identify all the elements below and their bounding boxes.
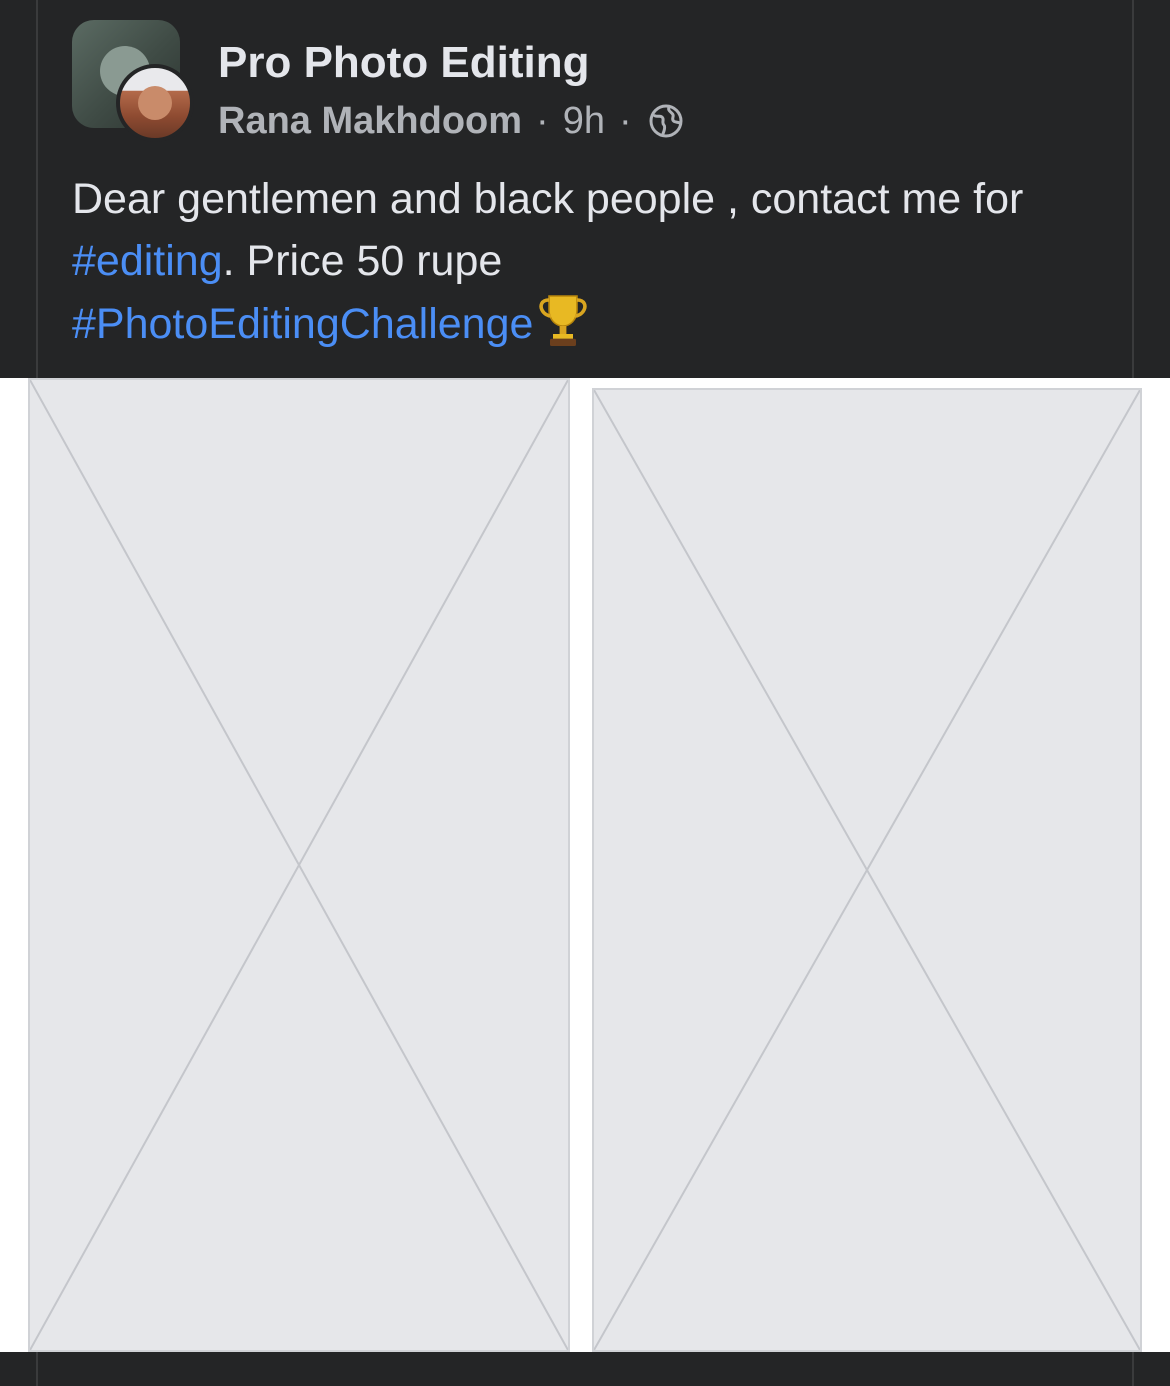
- post-footer: [0, 1352, 1170, 1386]
- post-header: Pro Photo Editing Rana Makhdoom · 9h · D…: [0, 0, 1170, 378]
- meta-separator: ·: [618, 99, 632, 142]
- post-image-area[interactable]: [0, 378, 1170, 1352]
- avatar-group[interactable]: [72, 20, 196, 142]
- hashtag-editing[interactable]: #editing: [72, 237, 223, 285]
- post-meta: Rana Makhdoom · 9h ·: [218, 98, 684, 144]
- left-divider: [36, 0, 38, 378]
- left-divider: [36, 1352, 38, 1386]
- right-divider: [1132, 1352, 1134, 1386]
- author-avatar[interactable]: [116, 64, 194, 142]
- post-text-price: . Price 50 rupe: [222, 237, 503, 285]
- right-divider: [1132, 0, 1134, 378]
- hashtag-photo-editing-challenge[interactable]: #PhotoEditingChallenge: [72, 300, 533, 348]
- page-name[interactable]: Pro Photo Editing: [218, 38, 590, 88]
- meta-separator: ·: [536, 99, 549, 142]
- post-time[interactable]: 9h: [563, 100, 605, 143]
- after-photo[interactable]: [592, 388, 1142, 1352]
- author-name[interactable]: Rana Makhdoom: [218, 100, 522, 143]
- after-photo-placeholder: [594, 390, 1140, 1350]
- post-text-body: Dear gentlemen and black people , contac…: [72, 175, 1024, 223]
- globe-icon[interactable]: [648, 103, 684, 139]
- before-photo[interactable]: [28, 378, 570, 1352]
- author-avatar-placeholder: [138, 86, 172, 120]
- post-text: Dear gentlemen and black people , contac…: [72, 168, 1122, 355]
- trophy-icon: [539, 295, 588, 346]
- before-photo-placeholder: [30, 380, 568, 1350]
